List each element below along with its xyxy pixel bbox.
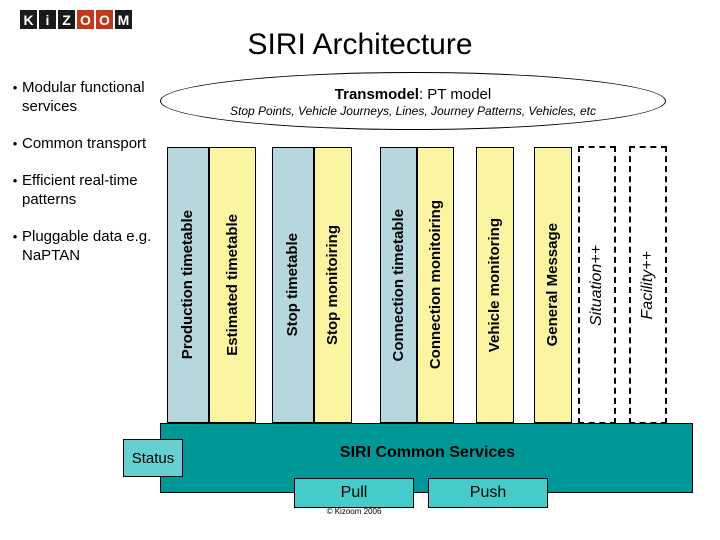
- service-column-vehicle-monitoring[interactable]: Vehicle monitoring: [476, 147, 514, 423]
- service-column-label: Situation++: [588, 244, 605, 326]
- transmodel-title-bold: Transmodel: [334, 85, 419, 103]
- transmodel-title-rest: : PT model: [418, 85, 492, 103]
- status-box[interactable]: Status: [123, 439, 183, 477]
- service-column-facility[interactable]: Facility++: [629, 146, 667, 424]
- service-column-connection-monitoiring[interactable]: Connection monitoiring: [417, 147, 454, 423]
- service-column-label: Stop monitoiring: [324, 225, 341, 345]
- service-column-production-timetable[interactable]: Production timetable: [167, 147, 209, 423]
- siri-common-services-bar: SIRI Common Services: [160, 423, 693, 493]
- pull-button[interactable]: Pull: [294, 478, 414, 508]
- transmodel-title: Transmodel: PT model: [335, 86, 491, 104]
- service-column-label: Estimated timetable: [223, 214, 241, 356]
- service-column-connection-timetable[interactable]: Connection timetable: [380, 147, 417, 423]
- service-column-label: Facility++: [639, 250, 656, 320]
- service-column-general-message[interactable]: General Message: [534, 147, 572, 423]
- push-button[interactable]: Push: [428, 478, 548, 508]
- service-column-label: Production timetable: [179, 210, 196, 360]
- service-column-label: Vehicle monitoring: [486, 217, 503, 353]
- service-column-label: Connection monitoiring: [426, 200, 444, 370]
- service-column-stop-timetable[interactable]: Stop timetable: [272, 147, 314, 423]
- siri-common-services-label: SIRI Common Services: [339, 444, 516, 461]
- service-column-label: Stop timetable: [284, 233, 301, 337]
- service-column-label: General Message: [544, 223, 561, 347]
- service-column-stop-monitoiring[interactable]: Stop monitoiring: [314, 147, 352, 423]
- transmodel-subtitle: Stop Points, Vehicle Journeys, Lines, Jo…: [230, 103, 596, 118]
- service-column-label: Connection timetable: [389, 208, 407, 362]
- service-column-estimated-timetable[interactable]: Estimated timetable: [209, 147, 256, 423]
- service-column-situation[interactable]: Situation++: [578, 146, 616, 424]
- copyright-notice: © Kizoom 2006: [326, 507, 382, 516]
- transmodel-ellipse: Transmodel: PT model Stop Points, Vehicl…: [160, 72, 666, 130]
